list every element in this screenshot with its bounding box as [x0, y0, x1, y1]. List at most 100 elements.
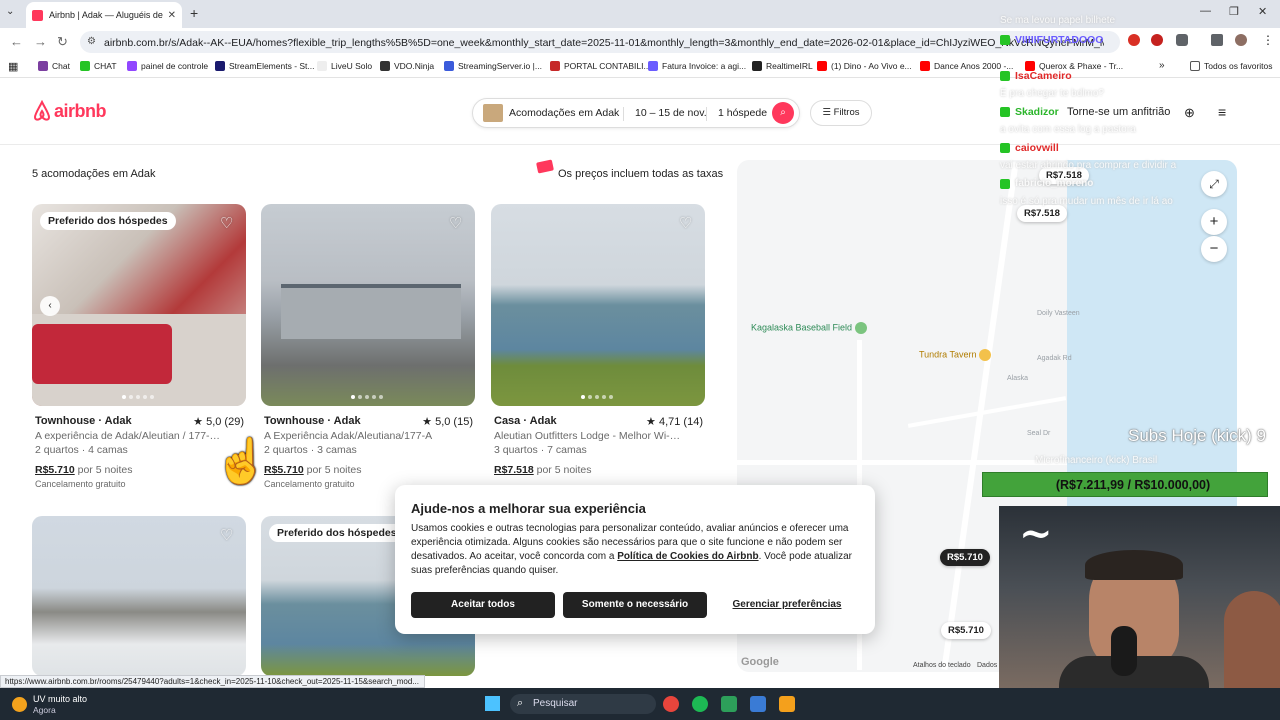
bookmark-item[interactable]: Fatura Invoice: a agi...	[648, 61, 746, 71]
site-info-icon[interactable]: ⚙	[87, 36, 96, 47]
listing-rating: ★ 4,71 (14)	[646, 416, 703, 428]
manage-preferences-button[interactable]: Gerenciar preferências	[715, 592, 859, 618]
kick-icon	[1000, 35, 1010, 45]
bookmark-favicon-icon	[550, 61, 560, 71]
listing-photo[interactable]: ♡	[261, 204, 475, 406]
search-bar[interactable]: Acomodações em Adak 10 – 15 de nov. 1 hó…	[472, 98, 800, 128]
url-text[interactable]: airbnb.com.br/s/Adak--AK--EUA/homes?flex…	[104, 37, 1104, 49]
bookmark-item[interactable]: LiveU Solo	[317, 61, 372, 71]
search-button[interactable]: ⌕	[772, 102, 794, 124]
bookmark-label: StreamingServer.io |...	[458, 61, 542, 71]
reading-list-icon[interactable]	[1211, 34, 1223, 46]
bookmark-item[interactable]: Dance Anos 2000 -...	[920, 61, 1013, 71]
globe-icon[interactable]: ⊕	[1184, 105, 1195, 121]
bookmark-item[interactable]: Chat	[38, 61, 70, 71]
bookmark-item[interactable]: painel de controle	[127, 61, 208, 71]
filters-button[interactable]: ☰ Filtros	[810, 100, 872, 126]
cookie-policy-link[interactable]: Política de Cookies do Airbnb	[617, 551, 758, 562]
notepad-icon[interactable]	[750, 696, 766, 712]
chat-username: IsaCameiro	[1015, 70, 1072, 82]
chat-username: caiovwill	[1015, 142, 1059, 154]
taskbar-search[interactable]: Pesquisar	[510, 694, 656, 714]
subs-counter: Subs Hoje (kick) 9	[1128, 426, 1266, 445]
search-location[interactable]: Acomodações em Adak	[509, 107, 619, 119]
airbnb-logo[interactable]: airbnb	[32, 100, 107, 122]
keyboard-shortcuts-link[interactable]: Atalhos do teclado	[913, 662, 971, 669]
price-value[interactable]: R$7.518	[494, 464, 534, 476]
profile-avatar[interactable]	[1235, 34, 1247, 46]
tab-search-icon[interactable]: ⌄	[6, 6, 14, 17]
map-poi[interactable]: Tundra Tavern	[919, 349, 994, 361]
heart-icon[interactable]: ♡	[449, 214, 465, 232]
bookmark-favicon-icon	[1025, 61, 1035, 71]
listing-photo[interactable]: ♡	[491, 204, 705, 406]
listing-card[interactable]: ♡	[32, 516, 246, 676]
price-value[interactable]: R$5.710	[264, 464, 304, 476]
close-tab-icon[interactable]: ✕	[168, 10, 176, 21]
bookmark-label: painel de controle	[141, 61, 209, 71]
back-icon[interactable]: ←	[10, 34, 23, 49]
necessary-only-button[interactable]: Somente o necessário	[563, 592, 707, 618]
second-person	[1224, 591, 1280, 688]
price-pin[interactable]: R$5.710	[940, 549, 990, 566]
cookie-body: Usamos cookies e outras tecnologias para…	[411, 522, 861, 578]
photo-meat	[32, 324, 172, 384]
bookmark-item[interactable]: Querox & Phaxe - Tr...	[1025, 61, 1123, 71]
weather-title[interactable]: UV muito alto	[33, 694, 87, 704]
minimize-icon[interactable]: —	[1200, 5, 1211, 17]
user-menu-icon[interactable]: ≡	[1218, 104, 1226, 120]
bookmark-item[interactable]: CHAT	[80, 61, 117, 71]
kick-icon	[1000, 107, 1010, 117]
bookmark-item[interactable]: RealtimeIRL	[752, 61, 813, 71]
become-host-link[interactable]: Torne-se um anfitrião	[1067, 106, 1170, 118]
poi-label: Kagalaska Baseball Field	[751, 322, 853, 333]
browser-menu-icon[interactable]: ⋮	[1262, 33, 1274, 47]
all-bookmarks[interactable]: Todos os favoritos	[1190, 61, 1273, 71]
bookmark-item[interactable]: StreamElements - St...	[215, 61, 315, 71]
start-icon[interactable]	[485, 696, 500, 711]
close-window-icon[interactable]: ✕	[1258, 5, 1267, 18]
chrome-icon[interactable]	[663, 696, 679, 712]
bookmark-item[interactable]: (1) Dino - Ao Vivo e...	[817, 61, 912, 71]
bookmark-item[interactable]: StreamingServer.io |...	[444, 61, 542, 71]
chat-username: fabricio_moreno	[1015, 178, 1094, 189]
price-pin[interactable]: R$7.518	[1017, 205, 1067, 222]
extension-icon[interactable]	[1151, 34, 1163, 46]
search-guests[interactable]: 1 hóspede	[718, 107, 767, 119]
expand-map-icon[interactable]: ⤢	[1201, 171, 1227, 197]
zoom-in-button[interactable]: +	[1201, 209, 1227, 235]
chat-user: IsaCameiro	[1000, 70, 1072, 82]
new-tab-icon[interactable]: +	[190, 5, 198, 21]
price-pin[interactable]: R$5.710	[941, 622, 991, 639]
bookmark-favicon-icon	[444, 61, 454, 71]
listing-photo[interactable]: ♡	[32, 516, 246, 676]
weather-icon[interactable]	[12, 697, 27, 712]
bookmark-item[interactable]: VDO.Ninja	[380, 61, 434, 71]
search-dates[interactable]: 10 – 15 de nov.	[635, 107, 707, 119]
heart-icon[interactable]: ♡	[679, 214, 695, 232]
airbnb-logo-icon	[33, 100, 51, 121]
bookmark-item[interactable]: PORTAL CONTABILI...	[550, 61, 651, 71]
photo-dots	[351, 395, 383, 399]
browser-tab[interactable]: Airbnb | Adak — Aluguéis de férias ✕	[26, 2, 182, 28]
previous-photo-button[interactable]: ‹	[40, 296, 60, 316]
app-icon[interactable]	[721, 696, 737, 712]
accept-all-button[interactable]: Aceitar todos	[411, 592, 555, 618]
heart-icon[interactable]: ♡	[220, 526, 236, 544]
map-poi[interactable]: Kagalaska Baseball Field	[751, 322, 870, 334]
restore-icon[interactable]: ❐	[1229, 5, 1239, 18]
zoom-out-button[interactable]: −	[1201, 236, 1227, 262]
price-nights: por 5 noites	[306, 464, 362, 476]
reload-icon[interactable]: ↻	[57, 34, 68, 50]
extension-icon[interactable]	[1128, 34, 1140, 46]
extensions-puzzle-icon[interactable]	[1176, 34, 1188, 46]
heart-icon[interactable]: ♡	[220, 214, 236, 232]
app-icon[interactable]	[779, 696, 795, 712]
spotify-icon[interactable]	[692, 696, 708, 712]
price-value[interactable]: R$5.710	[35, 464, 75, 476]
forward-icon[interactable]: →	[34, 34, 47, 49]
more-bookmarks-icon[interactable]: »	[1159, 60, 1165, 71]
map-road	[907, 396, 1067, 428]
apps-grid-icon[interactable]: ▦	[8, 60, 18, 73]
listing-photo[interactable]: Preferido dos hóspedes ♡ ‹	[32, 204, 246, 406]
